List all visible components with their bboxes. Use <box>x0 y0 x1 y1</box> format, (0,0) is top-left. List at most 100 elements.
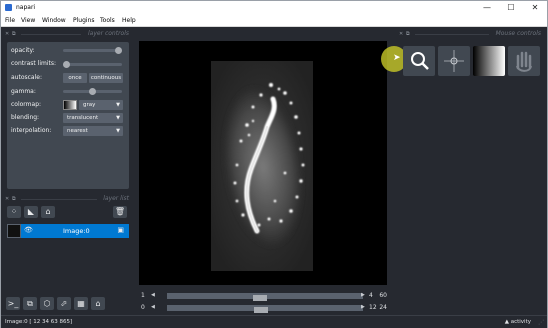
gamma-slider[interactable] <box>63 88 122 95</box>
pan-tool-button[interactable] <box>508 46 540 76</box>
activity-label: activity <box>510 319 531 325</box>
home-icon: ⌂ <box>95 299 101 308</box>
activity-button[interactable]: ▲ activity <box>505 319 531 325</box>
status-bar: Image:0 [ 12 34 63 865] ▲ activity ⋰ <box>1 315 547 328</box>
new-points-layer-button[interactable]: ⁘ <box>7 206 21 218</box>
transpose-button[interactable]: ⬀ <box>57 297 71 310</box>
square-icon: ⧉ <box>27 299 33 308</box>
home-button[interactable]: ⌂ <box>91 297 105 310</box>
gamma-slider-handle[interactable] <box>89 88 96 95</box>
play-forward-icon[interactable]: ▶ <box>361 304 365 310</box>
layer-list-header: ✕ ⧉ layer list <box>5 195 129 204</box>
activity-icon: ▲ <box>504 319 509 325</box>
dim-max-value: 24 <box>379 304 387 311</box>
new-labels-layer-button[interactable]: ⌂ <box>41 206 55 218</box>
contrast-limits-handle[interactable] <box>63 61 70 68</box>
opacity-slider[interactable] <box>63 47 122 54</box>
transform-icon <box>444 50 464 72</box>
interpolation-dropdown[interactable]: nearest ▼ <box>63 126 123 136</box>
image-layer-icon: ▣ <box>117 226 124 234</box>
microscopy-image <box>211 61 313 271</box>
mouse-controls-label: Mouse controls <box>495 30 541 37</box>
transform-tool-button[interactable] <box>438 46 470 76</box>
menu-bar: File View Window Plugins Tools Help <box>1 15 547 27</box>
minimize-button[interactable]: — <box>475 1 499 15</box>
blending-dropdown[interactable]: translucent ▼ <box>63 113 123 123</box>
colormap-tool-button[interactable] <box>473 46 505 76</box>
autoscale-continuous-button[interactable]: continuous <box>89 73 123 83</box>
napari-window: napari — ☐ ✕ File View Window Plugins To… <box>0 0 548 328</box>
ndisplay-button[interactable]: ⧉ <box>23 297 37 310</box>
dock-close-icon[interactable]: ✕ <box>5 196 9 202</box>
layer-controls-header: ✕ ⧉ layer controls <box>5 30 129 39</box>
menu-view[interactable]: View <box>21 17 35 24</box>
dim-current-value[interactable]: 12 <box>369 304 377 311</box>
layer-list-label: layer list <box>103 195 129 202</box>
opacity-slider-handle[interactable] <box>115 47 122 54</box>
status-message: Image:0 [ 12 34 63 865] <box>5 319 73 325</box>
resize-grip-icon[interactable]: ⋰ <box>538 319 544 326</box>
interpolation-label: interpolation: <box>11 127 52 134</box>
mouse-pointer-icon: ➤ <box>393 53 401 63</box>
colormap-value: gray <box>83 102 96 108</box>
menu-plugins[interactable]: Plugins <box>73 17 95 24</box>
dim-current-value[interactable]: 4 <box>369 292 373 299</box>
roll-dims-button[interactable]: ⬡ <box>40 297 54 310</box>
viewer-canvas[interactable] <box>139 41 387 285</box>
dock-handle[interactable] <box>415 34 489 35</box>
play-back-icon[interactable]: ◀ <box>151 292 155 298</box>
napari-app-icon <box>5 4 12 11</box>
dock-float-icon[interactable]: ⧉ <box>12 196 16 202</box>
play-forward-icon[interactable]: ▶ <box>361 292 365 298</box>
colormap-dropdown[interactable]: gray ▼ <box>79 100 123 110</box>
dim-slider-thumb[interactable] <box>253 295 267 301</box>
maximize-button[interactable]: ☐ <box>499 1 523 15</box>
contrast-limits-slider[interactable] <box>63 61 122 68</box>
grid-view-button[interactable]: ▦ <box>74 297 88 310</box>
opacity-label: opacity: <box>11 47 35 54</box>
dim-axis-label[interactable]: 1 <box>141 292 145 299</box>
menu-tools[interactable]: Tools <box>100 17 115 24</box>
dock-handle[interactable] <box>21 34 81 35</box>
console-icon: >_ <box>7 299 19 308</box>
chevron-down-icon: ▼ <box>116 128 120 134</box>
autoscale-label: autoscale: <box>11 74 42 81</box>
delete-layer-button[interactable]: 🗑 <box>113 206 127 218</box>
close-button[interactable]: ✕ <box>523 1 547 15</box>
hand-icon <box>516 51 532 72</box>
dock-close-icon[interactable]: ✕ <box>5 31 9 37</box>
chevron-down-icon: ▼ <box>116 102 120 108</box>
menu-help[interactable]: Help <box>122 17 136 24</box>
layer-controls-label: layer controls <box>87 30 129 37</box>
play-back-icon[interactable]: ◀ <box>151 304 155 310</box>
label-tag-icon: ⌂ <box>45 207 51 216</box>
console-button[interactable]: >_ <box>6 297 20 310</box>
new-shapes-layer-button[interactable]: ◣ <box>24 206 38 218</box>
dock-float-icon[interactable]: ⧉ <box>12 31 16 37</box>
layer-item[interactable]: 👁 Image:0 ▣ <box>7 224 129 238</box>
interpolation-value: nearest <box>67 128 88 134</box>
layer-controls-panel: opacity: contrast limits: autoscale: onc… <box>7 42 129 189</box>
dim-slider-thumb[interactable] <box>254 307 268 313</box>
dim-slider-track[interactable] <box>167 293 363 301</box>
grid-icon: ▦ <box>77 299 85 308</box>
zoom-tool-button[interactable] <box>403 46 435 76</box>
dock-float-icon[interactable]: ⧉ <box>406 31 410 37</box>
mouse-controls-header: ✕ ⧉ Mouse controls <box>399 30 541 39</box>
dim-axis-label[interactable]: 0 <box>141 304 145 311</box>
dim-slider-track[interactable] <box>167 305 363 313</box>
autoscale-once-button[interactable]: once <box>63 73 87 83</box>
points-icon: ⁘ <box>10 207 18 216</box>
dock-close-icon[interactable]: ✕ <box>399 31 403 37</box>
menu-file[interactable]: File <box>5 17 15 24</box>
dock-handle[interactable] <box>21 199 97 200</box>
layer-name[interactable]: Image:0 <box>63 227 90 235</box>
eye-icon[interactable]: 👁 <box>24 226 33 234</box>
title-bar: napari — ☐ ✕ <box>1 1 547 15</box>
menu-window[interactable]: Window <box>42 17 66 24</box>
shapes-icon: ◣ <box>27 207 35 216</box>
window-title: napari <box>16 4 36 11</box>
blending-label: blending: <box>11 114 40 121</box>
layer-thumbnail <box>7 224 21 238</box>
chevron-down-icon: ▼ <box>116 115 120 121</box>
